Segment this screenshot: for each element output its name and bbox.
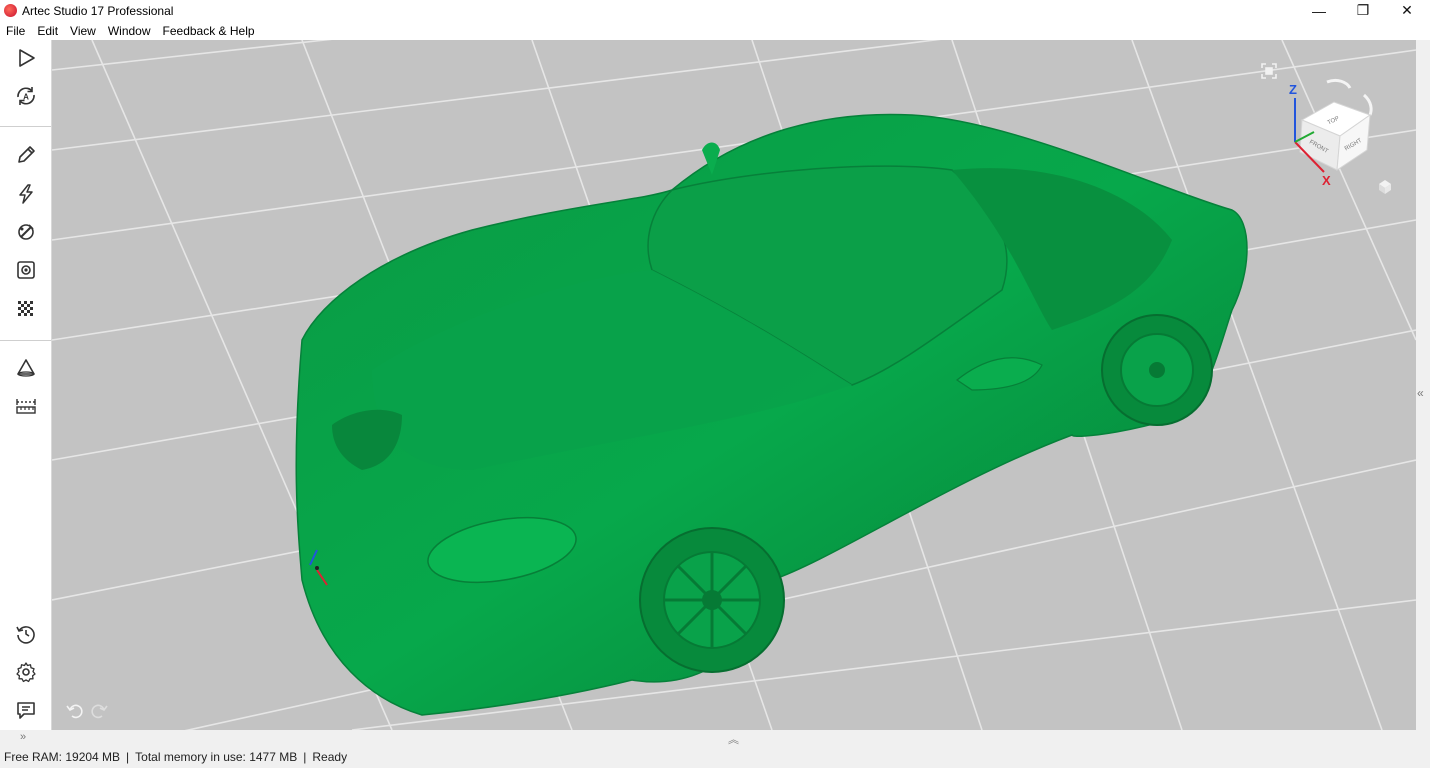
menu-edit[interactable]: Edit (31, 24, 64, 38)
front-wheel (639, 527, 785, 673)
axis-x-label: X (1322, 173, 1331, 188)
editor-button[interactable] (0, 138, 51, 172)
status-separator: | (126, 750, 130, 764)
align-button[interactable] (0, 215, 51, 249)
window-title: Artec Studio 17 Professional (22, 4, 174, 18)
autopilot-icon: A (16, 87, 35, 105)
toolbar-separator (0, 340, 51, 341)
play-icon (18, 49, 35, 67)
texture-icon (17, 301, 33, 316)
menu-feedback-help[interactable]: Feedback & Help (157, 24, 261, 38)
cad-button[interactable] (0, 351, 51, 385)
menu-window[interactable]: Window (102, 24, 157, 38)
settings-button[interactable] (0, 655, 51, 689)
autopilot-button[interactable]: A (0, 79, 51, 113)
axis-z-label: Z (1289, 82, 1297, 97)
projection-toggle-icon[interactable] (1379, 180, 1391, 194)
tools-icon (17, 224, 34, 240)
expand-right-panel-button[interactable]: « (1417, 386, 1424, 400)
chat-icon (16, 702, 35, 719)
ruler-icon (15, 399, 36, 414)
status-bar: Free RAM: 19204 MB | Total memory in use… (0, 746, 1430, 768)
rear-wheel (1101, 314, 1213, 426)
restore-button[interactable]: ❐ (1340, 0, 1386, 21)
lightning-icon (18, 184, 33, 204)
target-icon (16, 261, 35, 279)
nav-cube[interactable]: TOP FRONT RIGHT Z X (1289, 78, 1373, 188)
status-separator: | (303, 750, 307, 764)
texture-button[interactable] (0, 292, 51, 326)
autopilot-letter: A (23, 93, 29, 102)
settings-icon (15, 662, 36, 683)
bottom-panel-strip (0, 730, 1430, 746)
right-panel-strip (1416, 40, 1430, 730)
expand-bottom-left-button[interactable]: » (20, 731, 26, 743)
menu-file[interactable]: File (0, 24, 31, 38)
tools-button[interactable] (0, 177, 51, 211)
measures-button[interactable] (0, 389, 51, 423)
expand-bottom-panel-button[interactable]: ︽ (728, 731, 739, 747)
memory-status: Total memory in use: 1477 MB (135, 750, 298, 764)
history-button[interactable] (0, 617, 51, 651)
title-bar: Artec Studio 17 Professional — ❐ ✕ (0, 0, 1430, 21)
cone-icon (16, 359, 35, 377)
history-icon (15, 626, 35, 644)
app-logo-icon (4, 4, 17, 17)
menu-bar: File Edit View Window Feedback & Help (0, 21, 1430, 40)
scan-button[interactable] (0, 41, 51, 75)
menu-view[interactable]: View (64, 24, 102, 38)
free-ram-status: Free RAM: 19204 MB (4, 750, 121, 764)
3d-viewport[interactable]: TOP FRONT RIGHT Z X (52, 40, 1416, 730)
car-model[interactable] (295, 113, 1248, 716)
feedback-button[interactable] (0, 693, 51, 727)
close-button[interactable]: ✕ (1384, 0, 1430, 21)
ready-status: Ready (312, 750, 348, 764)
toolbar-separator (0, 126, 51, 127)
minimize-button[interactable]: — (1296, 0, 1342, 21)
redo-icon[interactable] (91, 704, 108, 719)
left-toolbar: A (0, 40, 52, 730)
fusion-button[interactable] (0, 253, 51, 287)
pencil-icon (17, 146, 35, 163)
undo-icon[interactable] (66, 704, 83, 719)
